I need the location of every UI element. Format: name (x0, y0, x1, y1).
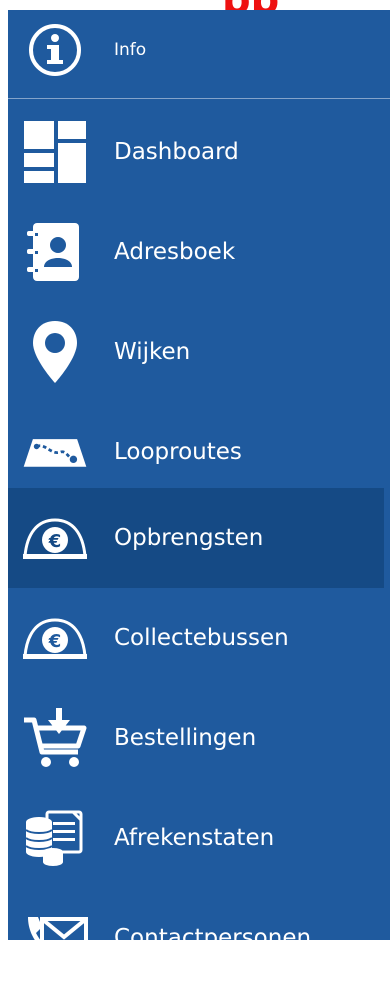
nav-item-label: Looproutes (114, 439, 242, 465)
nav-item-label: Bestellingen (114, 725, 257, 751)
nav-item-label: Wijken (114, 339, 191, 365)
nav-item-dashboard[interactable]: Dashboard (8, 102, 390, 202)
nav-item-opbrengsten[interactable]: € Opbrengsten (8, 488, 390, 588)
coins-document-icon (20, 803, 90, 873)
euro-coin-icon: € (20, 603, 90, 673)
nav-item-contactpersonen[interactable]: Contactpersonen (8, 888, 390, 988)
nav-item-label: Afrekenstaten (114, 825, 275, 851)
nav-item-label: Info (114, 40, 147, 60)
nav-item-label: Adresboek (114, 239, 236, 265)
nav-item-label: Dashboard (114, 139, 239, 165)
nav-item-label: Opbrengsten (114, 525, 264, 551)
address-book-icon (20, 217, 90, 287)
nav-item-adresboek[interactable]: Adresboek (8, 202, 390, 302)
nav-item-label: Contactpersonen (114, 925, 312, 951)
svg-text:€: € (48, 531, 62, 552)
nav-item-info[interactable]: Info (8, 0, 390, 100)
sidebar-nav: Info Dashboard Adresboek Wijken Looprout… (8, 10, 390, 959)
info-icon (20, 15, 90, 85)
nav-item-wijken[interactable]: Wijken (8, 302, 390, 402)
euro-coin-icon: € (20, 503, 90, 573)
nav-item-bestellingen[interactable]: Bestellingen (8, 688, 390, 788)
dashboard-icon (20, 117, 90, 187)
nav-divider (8, 98, 390, 99)
nav-item-afrekenstaten[interactable]: Afrekenstaten (8, 788, 390, 888)
route-map-icon (20, 417, 90, 487)
cart-download-icon (20, 703, 90, 773)
map-pin-icon (20, 317, 90, 387)
svg-text:€: € (48, 631, 62, 652)
nav-item-label: Collectebussen (114, 625, 289, 651)
phone-envelope-icon (20, 903, 90, 973)
nav-item-looproutes[interactable]: Looproutes (8, 402, 390, 502)
nav-item-collectebussen[interactable]: € Collectebussen (8, 588, 390, 688)
